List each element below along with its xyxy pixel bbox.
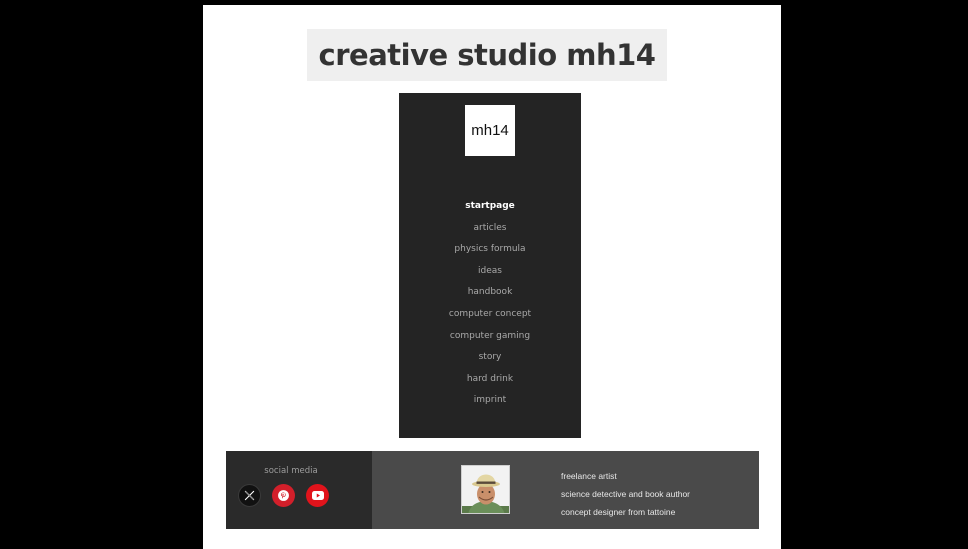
footer: social media freelance artist science de…: [226, 451, 759, 529]
nav-item-story[interactable]: story: [399, 347, 581, 369]
bio-panel: freelance artist science detective and b…: [372, 451, 759, 529]
bio-line: science detective and book author: [561, 489, 691, 499]
nav-panel: mh14 startpage articles physics formula …: [399, 93, 581, 438]
nav-item-hard-drink[interactable]: hard drink: [399, 369, 581, 391]
social-media-panel: social media: [226, 451, 372, 529]
social-media-label: social media: [264, 466, 318, 476]
x-icon[interactable]: [238, 484, 261, 507]
nav-item-handbook[interactable]: handbook: [399, 282, 581, 304]
site-title[interactable]: creative studio mh14: [307, 29, 667, 81]
pinterest-icon[interactable]: [272, 484, 295, 507]
nav-item-articles[interactable]: articles: [399, 218, 581, 240]
bio-lines: freelance artist science detective and b…: [561, 467, 690, 521]
nav-item-computer-concept[interactable]: computer concept: [399, 304, 581, 326]
nav-item-ideas[interactable]: ideas: [399, 261, 581, 283]
logo[interactable]: mh14: [465, 105, 515, 156]
nav-item-computer-gaming[interactable]: computer gaming: [399, 326, 581, 348]
nav-item-startpage[interactable]: startpage: [399, 196, 581, 218]
page: creative studio mh14 mh14 startpage arti…: [203, 5, 781, 549]
youtube-icon[interactable]: [306, 484, 329, 507]
author-avatar: [461, 465, 510, 514]
bio-line: concept designer from tattoine: [561, 507, 676, 517]
nav-menu: startpage articles physics formula ideas…: [399, 196, 581, 412]
social-icons: [238, 484, 329, 507]
bio-line: freelance artist: [561, 471, 617, 481]
nav-item-physics-formula[interactable]: physics formula: [399, 239, 581, 261]
nav-item-imprint[interactable]: imprint: [399, 390, 581, 412]
